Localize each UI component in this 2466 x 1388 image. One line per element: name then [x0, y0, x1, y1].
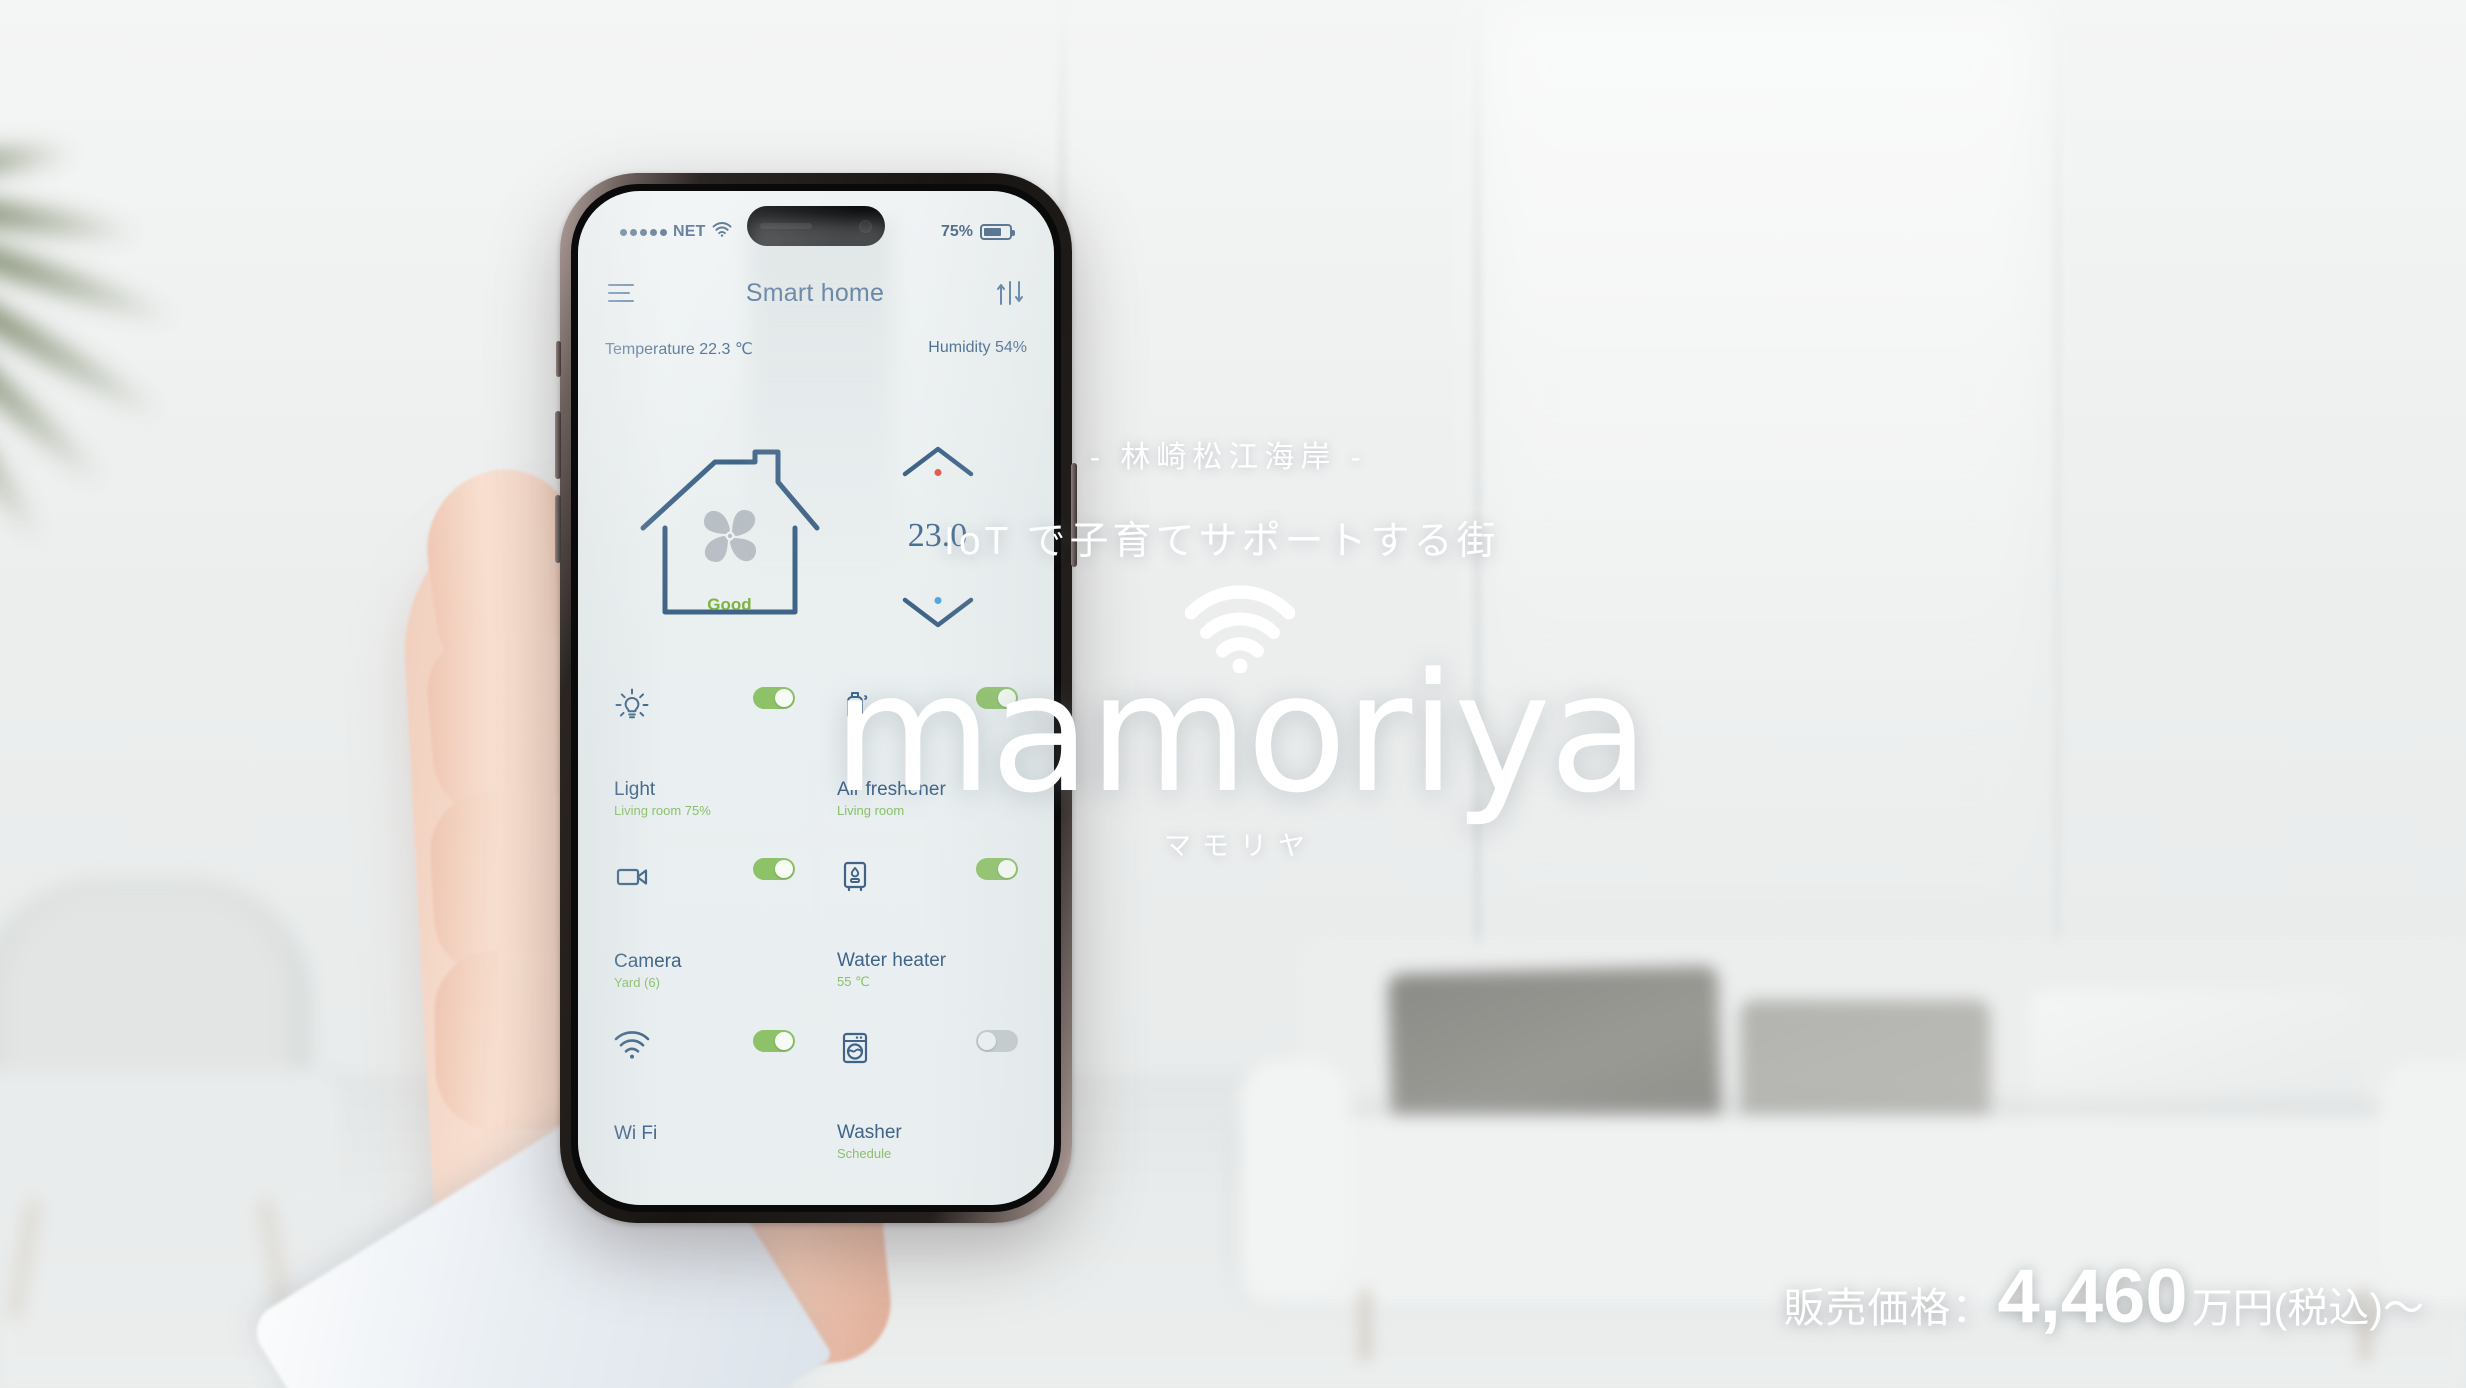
device-toggle-light[interactable] [753, 687, 795, 709]
battery-percent-label: 75% [940, 223, 973, 240]
device-name: Light [614, 779, 656, 800]
water-heater-icon [837, 858, 873, 894]
page-title: Smart home [745, 278, 885, 307]
smartphone: NET 75% Smart home Temperature 22.3 ℃ Hu… [555, 173, 1077, 1223]
phone-screen: NET 75% Smart home Temperature 22.3 ℃ Hu… [578, 191, 1054, 1205]
power-button[interactable] [1071, 463, 1077, 567]
video-camera-icon [614, 858, 650, 894]
thermostat-panel: Good 23.0 [578, 421, 1054, 651]
houseplant [0, 139, 300, 740]
carrier-label: NET [673, 223, 706, 240]
device-card-air-freshener[interactable]: Air freshener Living room [821, 671, 1034, 832]
dynamic-island [747, 206, 885, 246]
window-light-haze [1480, 0, 2040, 980]
device-status: Living room [837, 803, 905, 818]
device-toggle-washer[interactable] [976, 1030, 1018, 1052]
device-toggle-wifi[interactable] [753, 1030, 795, 1052]
phone-bezel: NET 75% Smart home Temperature 22.3 ℃ Hu… [571, 184, 1061, 1212]
device-status: Living room 75% [614, 803, 711, 818]
house-fan-icon: Good [635, 444, 825, 629]
device-toggle-air-freshener[interactable] [976, 687, 1018, 709]
device-name: Air freshener [837, 779, 946, 800]
device-card-water-heater[interactable]: Water heater 55 ℃ [821, 842, 1034, 1004]
environment-readings: Temperature 22.3 ℃ Humidity 54% [578, 339, 1054, 359]
device-status [614, 1147, 795, 1161]
signal-strength-icon [620, 228, 667, 236]
temperature-control: 23.0 [878, 444, 998, 629]
device-name: Water heater [837, 950, 947, 971]
device-name: Washer [837, 1122, 902, 1143]
hamburger-menu-icon[interactable] [608, 284, 634, 302]
silent-switch[interactable] [556, 341, 561, 377]
device-name: Camera [614, 951, 682, 972]
advertisement-stage: NET 75% Smart home Temperature 22.3 ℃ Hu… [0, 0, 2466, 1388]
wifi-icon [614, 1030, 650, 1066]
device-card-washer[interactable]: Washer Schedule [821, 1014, 1034, 1175]
air-quality-status: Good [707, 594, 752, 614]
device-status: 55 ℃ [837, 974, 870, 989]
battery-icon [980, 224, 1015, 240]
device-status: Schedule [837, 1146, 892, 1161]
device-toggle-camera[interactable] [753, 858, 795, 880]
temperature-increase-button[interactable] [901, 444, 975, 478]
lightbulb-icon [614, 687, 650, 723]
air-freshener-icon [837, 687, 873, 723]
device-name: Wi Fi [614, 1123, 658, 1144]
device-card-wifi[interactable]: Wi Fi [598, 1014, 811, 1175]
front-camera [859, 219, 872, 233]
temperature-reading: Temperature 22.3 ℃ [605, 341, 753, 358]
device-toggle-water-heater[interactable] [976, 858, 1018, 880]
wifi-icon [712, 222, 732, 242]
temperature-decrease-button[interactable] [901, 595, 975, 629]
device-card-light[interactable]: Light Living room 75% [598, 671, 811, 832]
app-header: Smart home [578, 265, 1054, 321]
humidity-reading: Humidity 54% [928, 339, 1027, 356]
washer-icon [837, 1030, 873, 1066]
sliders-icon[interactable] [996, 280, 1024, 306]
device-grid: Light Living room 75% Air freshener Livi… [598, 671, 1034, 1175]
earpiece-speaker [760, 223, 812, 229]
volume-up-button[interactable] [555, 411, 561, 479]
device-status: Yard (6) [614, 975, 660, 990]
target-temperature: 23.0 [907, 517, 968, 554]
volume-down-button[interactable] [555, 495, 561, 563]
device-card-camera[interactable]: Camera Yard (6) [598, 842, 811, 1004]
sofa [1240, 940, 2466, 1388]
